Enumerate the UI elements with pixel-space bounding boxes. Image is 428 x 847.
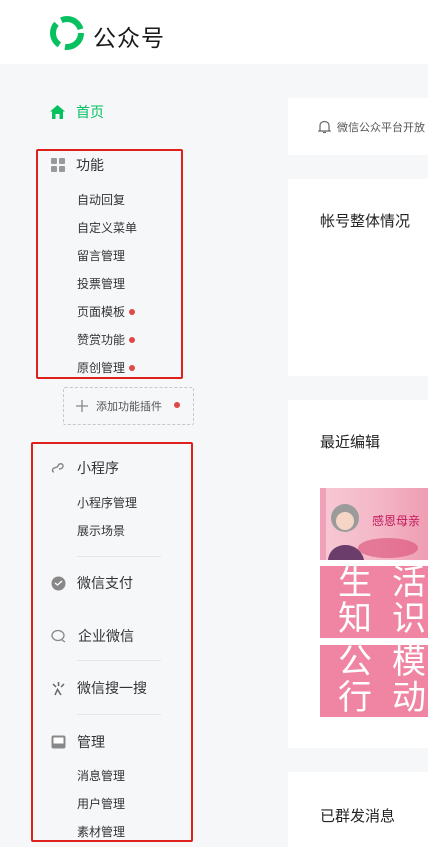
top-bar: 公众号	[0, 0, 428, 64]
sidebar-item-label: 企业微信	[78, 629, 134, 645]
add-plugin-label: 添加功能插件	[96, 400, 162, 413]
sidebar-group-label: 管理	[77, 735, 105, 751]
account-overview-card: 帐号整体情况	[288, 179, 428, 376]
inbox-icon	[51, 735, 66, 749]
divider	[77, 660, 161, 661]
sidebar-item-miniprogram-manage[interactable]: 小程序管理	[77, 494, 137, 511]
divider	[77, 556, 161, 557]
sidebar-item-custom-menu[interactable]: 自定义菜单	[77, 219, 137, 236]
sidebar-item-users[interactable]: 用户管理	[77, 795, 125, 812]
poster-char: 模	[392, 642, 426, 682]
wechat-pay-icon	[51, 576, 66, 590]
poster-char: 知	[338, 599, 372, 639]
sidebar-item-appreciation[interactable]: 赞赏功能	[77, 331, 136, 348]
sidebar-item-materials[interactable]: 素材管理	[77, 823, 125, 840]
recent-edit-title: 最近编辑	[320, 433, 381, 451]
bell-icon	[318, 120, 331, 133]
new-dot	[129, 364, 136, 371]
grid-icon	[51, 158, 65, 172]
poster-char: 识	[392, 599, 426, 639]
new-dot	[129, 308, 136, 315]
sidebar-item-display-scenes[interactable]: 展示场景	[77, 522, 125, 539]
sidebar-item-messages[interactable]: 消息管理	[77, 767, 125, 784]
banner-text: 感恩母亲	[372, 514, 421, 528]
sidebar-item-home[interactable]: 首页	[50, 101, 104, 123]
sidebar-group-features[interactable]: 功能	[51, 155, 104, 175]
sidebar-item-comments[interactable]: 留言管理	[77, 247, 125, 264]
search-sparkle-icon	[52, 681, 65, 695]
sent-messages-title: 已群发消息	[320, 807, 396, 825]
wecom-icon	[51, 629, 66, 643]
sent-messages-card: 已群发消息	[288, 772, 428, 847]
sidebar-item-original[interactable]: 原创管理	[77, 359, 136, 376]
new-dot	[129, 336, 136, 343]
sidebar-item-votes[interactable]: 投票管理	[77, 275, 125, 292]
account-overview-title: 帐号整体情况	[320, 212, 411, 230]
sidebar-group-label: 功能	[76, 158, 104, 174]
miniprogram-icon	[51, 462, 64, 473]
brand-title: 公众号	[93, 26, 165, 52]
poster-char: 动	[392, 678, 426, 717]
sidebar-item-wechat-pay[interactable]: 微信支付	[51, 573, 133, 593]
sidebar-item-label: 首页	[76, 105, 104, 121]
add-plugin-button[interactable]: 添加功能插件	[63, 387, 194, 425]
plus-icon	[76, 400, 88, 412]
sidebar-item-search[interactable]: 微信搜一搜	[51, 678, 147, 698]
sidebar-item-label: 微信搜一搜	[77, 681, 147, 697]
notice-card[interactable]: 微信公众平台开放	[288, 98, 428, 155]
notice-text: 微信公众平台开放	[337, 120, 425, 134]
recent-article-poster[interactable]: 生 活 知 识 公 模 行 动	[320, 566, 428, 717]
sidebar-group-label: 小程序	[77, 461, 119, 477]
sidebar-group-miniprogram[interactable]: 小程序	[51, 458, 119, 478]
sidebar-item-label: 微信支付	[77, 576, 133, 592]
divider	[77, 714, 161, 715]
poster-char: 行	[338, 678, 372, 717]
new-dot	[174, 402, 180, 408]
poster-char: 生	[338, 566, 372, 603]
poster-char: 公	[338, 642, 372, 682]
wechat-official-account-logo-icon[interactable]	[50, 16, 84, 50]
sidebar-item-wecom[interactable]: 企业微信	[51, 626, 134, 646]
recent-article-thumbnail[interactable]: 感恩母亲	[320, 488, 428, 560]
poster-char: 活	[392, 566, 426, 603]
sidebar-group-manage[interactable]: 管理	[51, 732, 105, 752]
home-icon	[50, 105, 65, 119]
sidebar-item-auto-reply[interactable]: 自动回复	[77, 191, 125, 208]
sidebar-item-page-templates[interactable]: 页面模板	[77, 303, 136, 320]
